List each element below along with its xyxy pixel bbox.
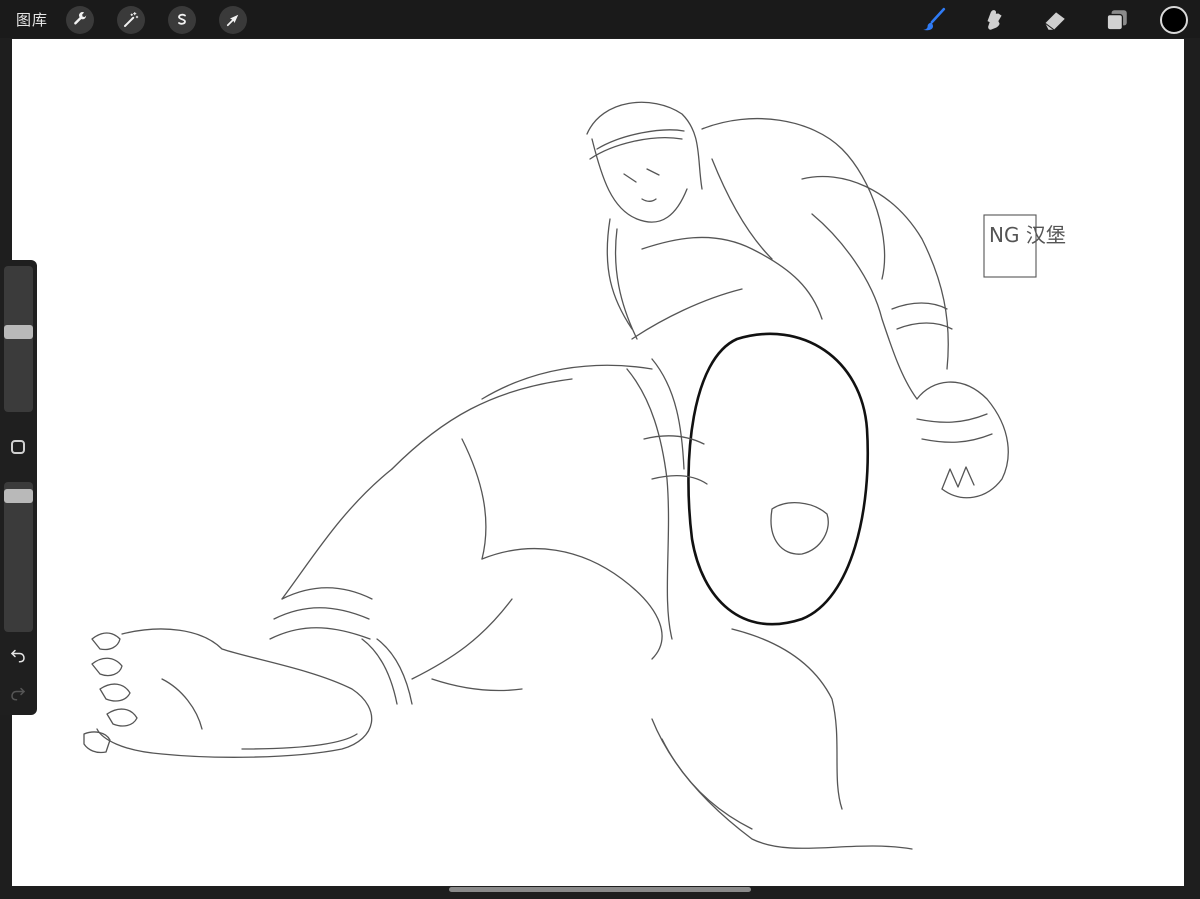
layers-icon	[1106, 10, 1127, 31]
home-indicator[interactable]	[449, 887, 751, 892]
redo-icon	[11, 687, 26, 701]
transform-button[interactable]	[219, 6, 247, 34]
actions-button[interactable]	[66, 6, 94, 34]
gallery-link[interactable]: 图库	[16, 9, 48, 30]
smudge-icon	[987, 10, 1002, 30]
selection-button[interactable]	[168, 6, 196, 34]
arrow-cursor-icon	[226, 14, 239, 27]
sketch-artwork: NG 汉堡	[83, 101, 1066, 850]
eraser-icon	[1044, 12, 1065, 31]
drawing-canvas[interactable]: NG 汉堡	[12, 39, 1184, 886]
undo-icon	[10, 649, 25, 663]
signature-text: NG 汉堡	[989, 223, 1066, 247]
layers-button[interactable]	[1102, 5, 1132, 35]
eraser-button[interactable]	[1040, 5, 1070, 35]
signature-stamp: NG 汉堡	[983, 214, 1066, 278]
brush-button[interactable]	[918, 5, 948, 35]
brush-icon	[923, 7, 946, 31]
undo-button[interactable]	[8, 645, 28, 665]
wrench-icon	[74, 12, 87, 25]
adjustments-button[interactable]	[117, 6, 145, 34]
color-picker-button[interactable]	[1160, 6, 1188, 34]
smudge-button[interactable]	[979, 5, 1009, 35]
redo-button[interactable]	[8, 683, 28, 703]
magic-wand-icon	[124, 11, 139, 27]
opacity-slider[interactable]	[4, 482, 33, 632]
brush-size-thumb[interactable]	[4, 325, 33, 340]
selection-s-icon	[178, 13, 186, 25]
left-sidebar	[0, 260, 37, 715]
top-toolbar: 图库	[0, 0, 1200, 38]
modify-button[interactable]	[11, 440, 25, 454]
opacity-thumb[interactable]	[4, 488, 33, 503]
